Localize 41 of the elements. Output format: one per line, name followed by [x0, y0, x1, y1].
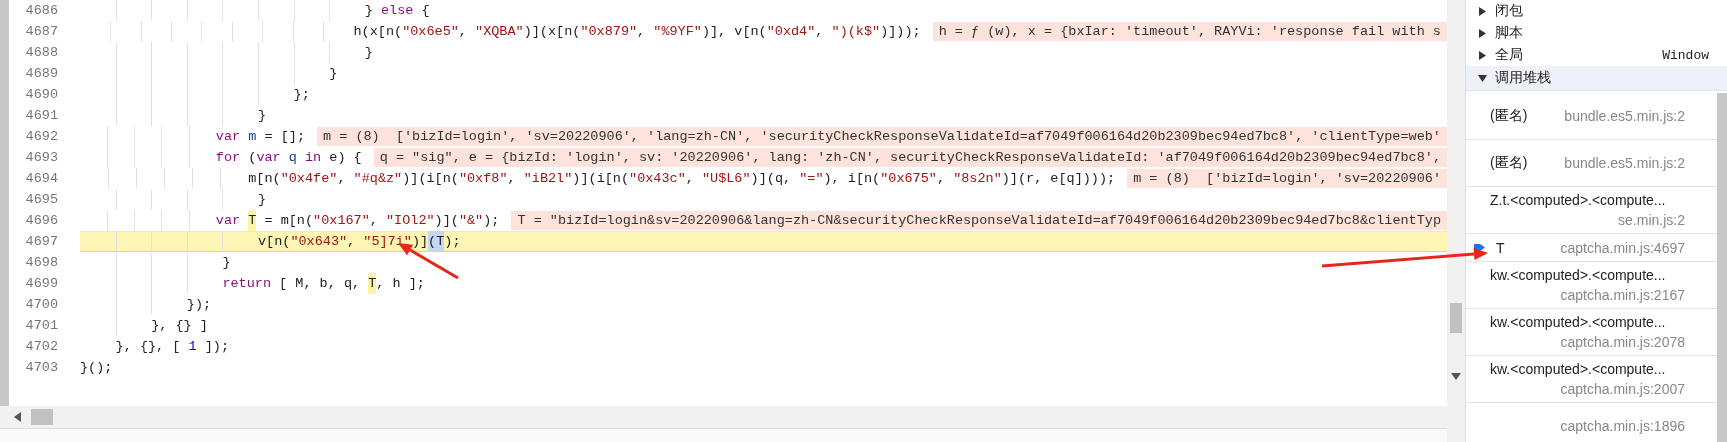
code-line: }	[257, 107, 267, 125]
collapse-triangle-icon[interactable]	[1478, 73, 1487, 83]
code-line: var T = m[n("0x167", "IOl2")]("&");	[215, 210, 500, 231]
code-line: };	[293, 86, 310, 104]
scrollbar[interactable]	[1717, 93, 1727, 442]
section-header[interactable]: 调用堆栈	[1466, 66, 1727, 91]
expand-triangle-icon[interactable]	[1478, 50, 1487, 60]
line-number: 4697	[9, 231, 80, 252]
code-line: }();	[80, 359, 113, 377]
scope-value: Window	[1662, 47, 1709, 63]
inline-value: m = (8) ['bizId=login', 'sv=20220906', 'lang=zh-CN', 'securityCheckResponseValidateId=af7049f006164d20b2309bec94ed7bc8', 'clientType=web'	[317, 127, 1447, 146]
scope-label: 闭包	[1495, 2, 1524, 20]
code-line: for (var q in e) {	[215, 149, 362, 167]
code-line: m[n("0x4fe", "#q&z")](i[n("0xf8", "iB2l")](i[n("0x43c", "U$L6")](q, "="), i[n("0x675", "8s2n")](r, e[q])));	[248, 170, 1116, 188]
expand-triangle-icon[interactable]	[1478, 6, 1487, 16]
code-line: v[n("0x643", "5]7i")](T);	[257, 231, 461, 252]
code-line: }, {}, [ 1 ]);	[115, 338, 230, 356]
inline-value: T = "bizId=login&sv=20220906&lang=zh-CN&securityCheckResponseValidateId=af7049f006164d20b2309bec94ed7bc8&clientTyp	[511, 211, 1447, 230]
code-line: var m = [];	[215, 128, 305, 146]
code-line: h(x[n("0x6e5", "XQBA")](x[n("0x879", "%9YF")], v[n("0xd4", ")(k$")]));	[353, 23, 921, 41]
code-line: }	[257, 191, 267, 209]
scope-label: 脚本	[1495, 24, 1524, 42]
scroll-left-icon[interactable]	[14, 412, 21, 422]
section-title: 调用堆栈	[1495, 69, 1552, 87]
inline-value: h = ƒ (w), x = {bxIar: 'timeout', RAYVi: 'response fail with s	[932, 22, 1447, 41]
scroll-thumb[interactable]	[31, 409, 53, 425]
code-line: }	[364, 44, 373, 62]
expand-triangle-icon[interactable]	[1478, 28, 1487, 38]
inline-value: q = "sig", e = {bizId: 'login', sv: '20220906', lang: 'zh-CN', securityCheckResponseValidateId: 'af7049f006164d20b2309bec94ed7bc8',	[373, 148, 1447, 167]
scroll-down-icon[interactable]	[1451, 373, 1461, 380]
code-line: }, {} ]	[151, 317, 208, 335]
code-line: }	[329, 65, 338, 83]
scope-label: 全局	[1495, 46, 1524, 64]
code-line: }	[222, 254, 231, 272]
horizontal-scrollbar[interactable]	[0, 406, 1447, 428]
vertical-scrollbar[interactable]	[1447, 0, 1465, 442]
code-line: });	[186, 296, 212, 314]
code-line: return [ M, b, q, T, h ];	[222, 273, 425, 294]
scroll-thumb[interactable]	[1450, 303, 1462, 333]
code-line: } else {	[364, 2, 430, 20]
inline-value: m = (8) ['bizId=login', 'sv=20220906'	[1127, 169, 1447, 188]
